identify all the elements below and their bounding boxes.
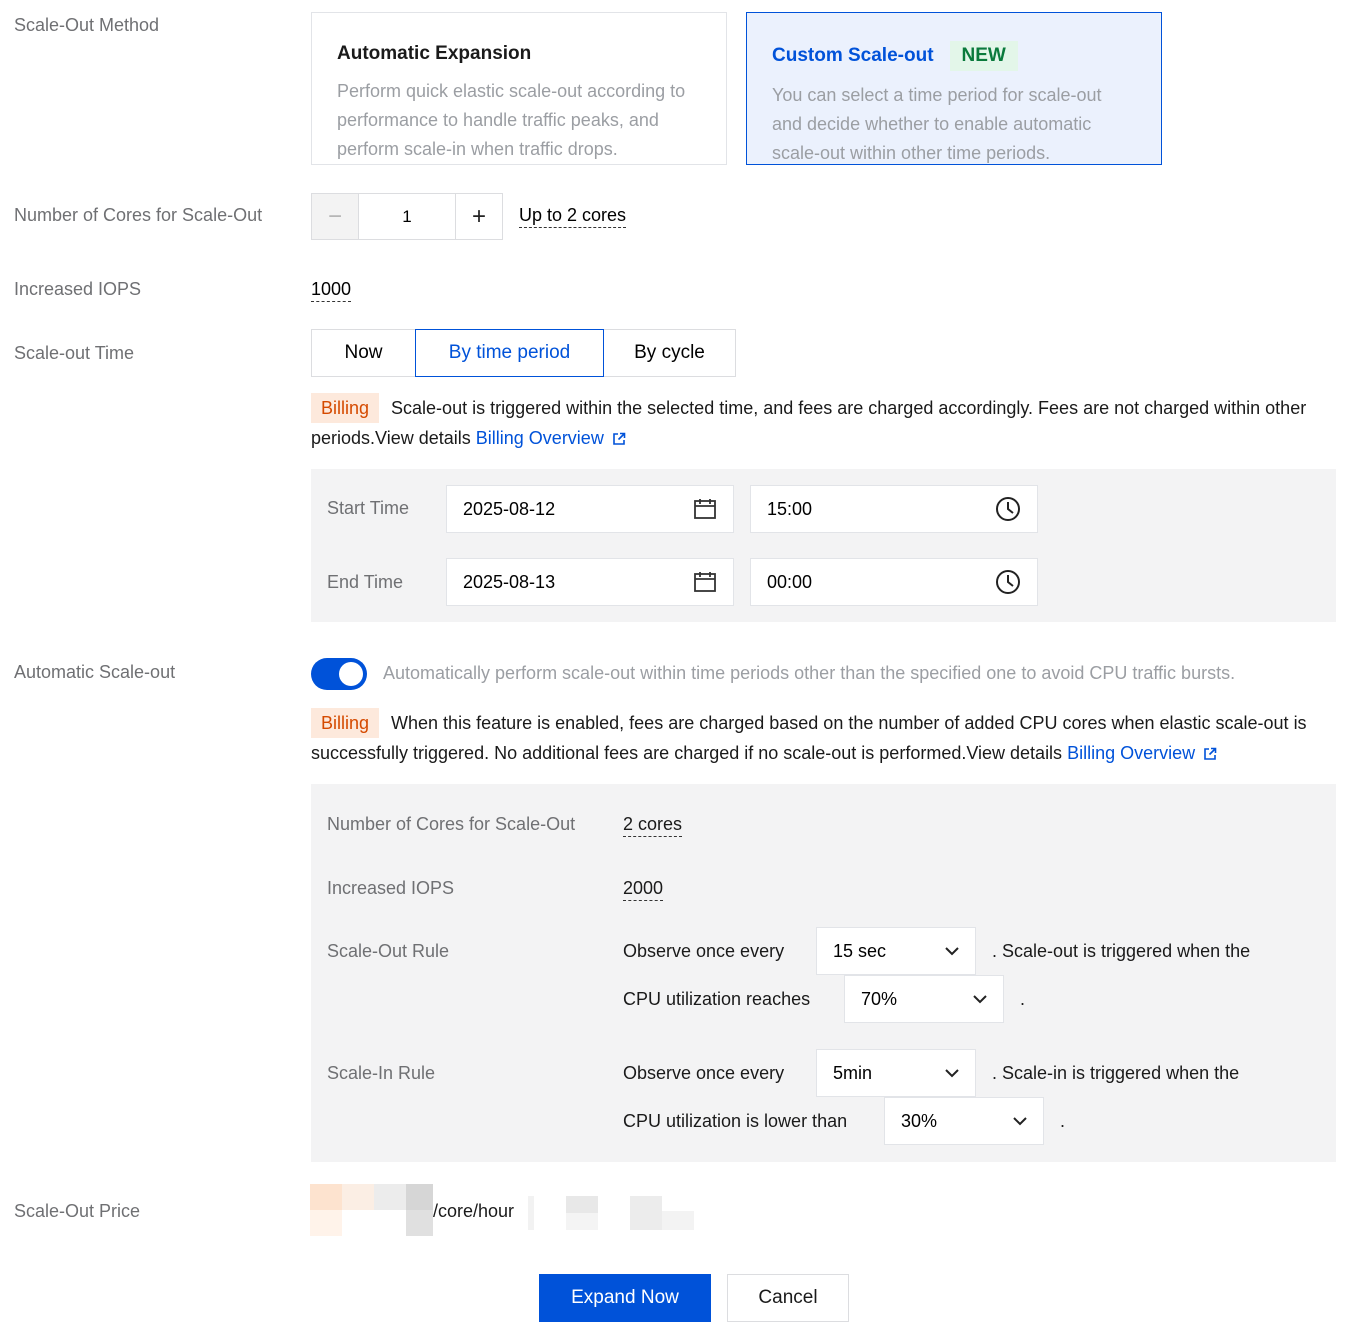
clock-icon (996, 497, 1020, 521)
custom-scale-out-desc: You can select a time period for scale-o… (772, 85, 1102, 163)
automatic-expansion-title: Automatic Expansion (337, 43, 532, 64)
scale-out-price-label: Scale-Out Price (14, 1201, 141, 1221)
tab-by-time-period[interactable]: By time period (415, 329, 604, 377)
toggle-knob (339, 662, 363, 686)
increment-button[interactable]: + (455, 194, 502, 239)
billing-tag: Billing (311, 708, 380, 738)
iops-label: Increased IOPS (14, 279, 142, 299)
auto-cores-label: Number of Cores for Scale-Out (327, 814, 576, 834)
chevron-down-icon (1013, 1116, 1027, 1125)
end-time-picker[interactable]: 00:00 (750, 558, 1038, 606)
custom-scale-out-title: Custom Scale-out (772, 45, 934, 66)
scale-in-cpu-select[interactable]: 30% (884, 1097, 1044, 1145)
scale-in-observe-text: Observe once every (623, 1063, 785, 1083)
auto-iops-value[interactable]: 2000 (623, 878, 664, 901)
automatic-scale-out-panel: Number of Cores for Scale-Out 2 cores In… (311, 784, 1336, 1162)
billing-overview-link[interactable]: Billing Overview (1067, 743, 1195, 763)
scale-in-end-text: . (1060, 1111, 1066, 1131)
end-date-value: 2025-08-13 (463, 571, 556, 592)
cores-value[interactable]: 1 (359, 194, 455, 239)
tab-by-cycle[interactable]: By cycle (603, 329, 736, 377)
start-time-value: 15:00 (767, 498, 813, 519)
scale-in-interval-select[interactable]: 5min (816, 1049, 976, 1097)
price-value-redacted (310, 1184, 433, 1236)
automatic-scale-out-label: Automatic Scale-out (14, 662, 176, 682)
external-link-icon[interactable] (1203, 747, 1217, 761)
start-date-picker[interactable]: 2025-08-12 (446, 485, 734, 533)
end-time-value: 00:00 (767, 571, 813, 592)
end-date-picker[interactable]: 2025-08-13 (446, 558, 734, 606)
scale-out-interval-select[interactable]: 15 sec (816, 927, 976, 975)
auto-iops-label: Increased IOPS (327, 878, 455, 898)
scale-out-method-label: Scale-Out Method (14, 15, 160, 35)
automatic-expansion-desc: Perform quick elastic scale-out accordin… (337, 81, 686, 159)
cancel-button[interactable]: Cancel (727, 1274, 849, 1322)
scale-in-cpu-value: 30% (901, 1110, 938, 1131)
automatic-expansion-card[interactable]: Automatic Expansion Perform quick elasti… (311, 12, 727, 165)
expand-now-button[interactable]: Expand Now (539, 1274, 711, 1322)
scale-out-end-text: . (1020, 989, 1026, 1009)
billing-overview-link[interactable]: Billing Overview (476, 428, 604, 448)
start-time-picker[interactable]: 15:00 (750, 485, 1038, 533)
billing-note-2: Billing When this feature is enabled, fee… (311, 708, 1341, 768)
auto-cores-value[interactable]: 2 cores (623, 814, 683, 837)
cores-limit-hint[interactable]: Up to 2 cores (519, 205, 627, 228)
scale-out-cpu-select[interactable]: 70% (844, 975, 1004, 1023)
scale-out-cpu-text: CPU utilization reaches (623, 989, 811, 1009)
scale-out-trigger-text: . Scale-out is triggered when the (992, 941, 1251, 961)
cores-label: Number of Cores for Scale-Out (14, 205, 263, 225)
chevron-down-icon (945, 1068, 959, 1077)
scale-in-cpu-text: CPU utilization is lower than (623, 1111, 848, 1131)
scale-out-cpu-value: 70% (861, 988, 898, 1009)
scale-out-interval-value: 15 sec (833, 940, 887, 961)
time-period-panel: Start Time 2025-08-12 15:00 End Time 202… (311, 469, 1336, 622)
calendar-icon (694, 499, 716, 519)
clock-icon (996, 570, 1020, 594)
cores-stepper[interactable]: − 1 + (311, 193, 503, 240)
price-unit: /core/hour (433, 1201, 515, 1221)
custom-scale-out-card[interactable]: Custom Scale-out NEW You can select a ti… (746, 12, 1162, 165)
billing-note-text: Scale-out is triggered within the select… (311, 398, 1307, 448)
tab-now[interactable]: Now (311, 329, 416, 377)
start-date-value: 2025-08-12 (463, 498, 556, 519)
chevron-down-icon (973, 994, 987, 1003)
scale-in-trigger-text: . Scale-in is triggered when the (992, 1063, 1240, 1083)
iops-value[interactable]: 1000 (311, 279, 352, 302)
end-time-label: End Time (327, 572, 404, 592)
scale-out-rule-label: Scale-Out Rule (327, 941, 450, 961)
decrement-button[interactable]: − (312, 194, 359, 239)
scale-out-time-label: Scale-out Time (14, 343, 135, 363)
calendar-icon (694, 572, 716, 592)
automatic-scale-out-desc: Automatically perform scale-out within t… (383, 663, 1236, 683)
scale-out-observe-text: Observe once every (623, 941, 785, 961)
price-extra-redacted (528, 1196, 698, 1230)
scale-in-interval-value: 5min (833, 1062, 873, 1083)
start-time-label: Start Time (327, 498, 410, 518)
billing-tag: Billing (311, 393, 380, 423)
external-link-icon[interactable] (612, 432, 626, 446)
automatic-scale-out-toggle[interactable] (311, 658, 367, 690)
chevron-down-icon (945, 946, 959, 955)
new-badge: NEW (949, 41, 1018, 71)
billing-note-1: Billing Scale-out is triggered within the… (311, 393, 1341, 453)
scale-in-rule-label: Scale-In Rule (327, 1063, 436, 1083)
